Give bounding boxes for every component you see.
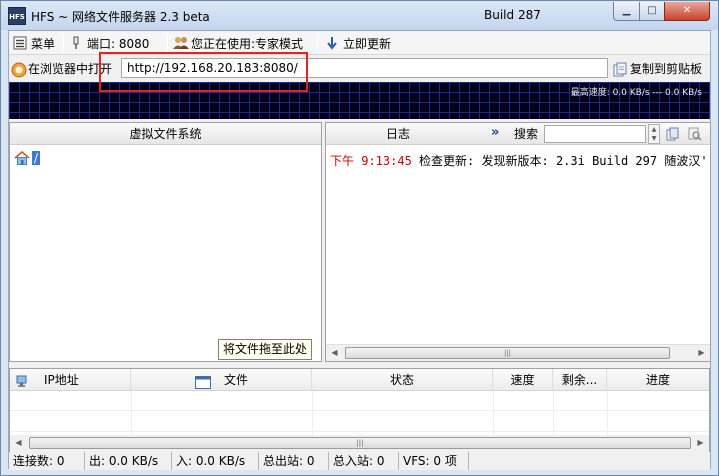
open-in-browser-label: 在浏览器中打开 [28, 62, 113, 76]
close-button[interactable]: ✕ [664, 2, 710, 21]
table-row [10, 391, 709, 411]
open-in-browser-button[interactable]: 在浏览器中打开 [11, 59, 112, 78]
mode-label: 您正在使用:专家模式 [191, 36, 304, 51]
connections-horizontal-scrollbar[interactable]: ◀ ||| ▶ [10, 435, 709, 452]
status-out-speed: 出: 0.0 KB/s [85, 452, 172, 470]
search-label: 搜索 [514, 127, 539, 141]
menu-button[interactable]: 菜单 [13, 34, 55, 52]
url-row: 在浏览器中打开 http://192.168.20.183:8080/ 复制到剪… [9, 56, 710, 81]
search-spinner[interactable]: ▲ ▼ [648, 124, 660, 144]
status-total-out: 总出站: 0 [259, 452, 329, 470]
column-divider [493, 391, 494, 437]
expand-icon[interactable]: » [491, 125, 499, 140]
connections-scroll-thumb[interactable]: ||| [29, 437, 691, 449]
status-connections: 连接数: 0 [9, 452, 85, 470]
download-arrow-icon [325, 36, 339, 50]
column-progress[interactable]: 进度 [607, 369, 709, 391]
update-label: 立即更新 [343, 36, 392, 51]
app-window: HFS HFS ~ 网络文件服务器 2.3 beta Build 287 ▁ □… [0, 0, 719, 476]
client-area: 菜单 端口: 8080 您正在使用:专家模式 立即更新 在浏览器中打开 http… [8, 30, 711, 470]
clipboard-icon [613, 62, 627, 76]
table-row [10, 412, 709, 432]
scroll-right-icon[interactable]: ▶ [693, 345, 710, 361]
port-label: 端口: 8080 [87, 36, 150, 51]
toolbar-divider [63, 34, 64, 52]
toolbar-divider [167, 34, 168, 52]
vfs-root-node[interactable]: / [14, 150, 41, 165]
users-icon [173, 36, 189, 50]
max-speed-label: 最高速度: 0.0 KB/s --- 0.0 KB/s [570, 88, 702, 98]
hfs-app-icon: HFS [8, 7, 26, 25]
copy-to-clipboard-label: 复制到剪贴板 [630, 62, 703, 76]
network-icon [16, 373, 30, 387]
column-file[interactable]: 文件 [131, 369, 312, 391]
maximize-button[interactable]: □ [639, 2, 665, 21]
vfs-panel: 虚拟文件系统 / 将文件拖至此处 [9, 122, 322, 362]
column-divider [553, 391, 554, 437]
log-header: 日志 [386, 127, 411, 141]
status-bar: 连接数: 0 出: 0.0 KB/s 入: 0.0 KB/s 总出站: 0 总入… [9, 452, 710, 470]
vfs-root-label: / [32, 151, 41, 165]
copy-log-icon[interactable] [666, 127, 680, 141]
window-title: HFS ~ 网络文件服务器 2.3 beta [31, 10, 210, 24]
column-remaining[interactable]: 剩余... [553, 369, 607, 391]
status-in-speed: 入: 0.0 KB/s [172, 452, 259, 470]
browser-icon [11, 62, 27, 77]
minimize-button[interactable]: ▁ [613, 2, 640, 21]
column-ip[interactable]: IP地址 [10, 369, 131, 391]
update-now-button[interactable]: 立即更新 [325, 34, 391, 52]
log-horizontal-scrollbar[interactable]: ◀ ||| ▶ [326, 344, 710, 361]
main-toolbar: 菜单 端口: 8080 您正在使用:专家模式 立即更新 [9, 31, 710, 55]
mode-button[interactable]: 您正在使用:专家模式 [173, 34, 303, 52]
build-label: Build 287 [484, 8, 541, 22]
log-entry-text: 检查更新: 发现新版本: 2.3i Build 297 随波汉' [419, 154, 708, 168]
column-file-label: 文件 [224, 373, 249, 387]
file-column-icon [195, 374, 211, 389]
log-header-bar: 日志 » 搜索 ▲ ▼ [326, 123, 710, 145]
log-scroll-thumb[interactable]: ||| [345, 347, 670, 359]
menu-label: 菜单 [31, 36, 56, 51]
port-button[interactable]: 端口: 8080 [69, 34, 149, 52]
url-field[interactable]: http://192.168.20.183:8080/ [121, 58, 608, 78]
log-entry: 下午 9:13:45 检查更新: 发现新版本: 2.3i Build 297 随… [330, 152, 708, 169]
scroll-right-icon[interactable]: ▶ [692, 435, 709, 451]
connections-list: IP地址 文件 状态 速度 剩余... 进度 ◀ ||| ▶ [9, 368, 710, 453]
connections-header: IP地址 文件 状态 速度 剩余... 进度 [10, 369, 709, 391]
title-bar[interactable]: HFS HFS ~ 网络文件服务器 2.3 beta Build 287 ▁ □… [1, 1, 718, 30]
copy-to-clipboard-button[interactable]: 复制到剪贴板 [613, 59, 702, 78]
column-divider [131, 391, 132, 437]
column-divider [312, 391, 313, 437]
home-icon [14, 150, 30, 165]
log-panel: 日志 » 搜索 ▲ ▼ 下午 9:13:45 检查更新: 发现新版本: 2.3i … [325, 122, 711, 362]
scroll-left-icon[interactable]: ◀ [10, 435, 27, 451]
menu-icon [13, 36, 27, 50]
find-log-icon[interactable] [688, 127, 702, 141]
vfs-header: 虚拟文件系统 [10, 123, 321, 145]
drag-files-hint: 将文件拖至此处 [218, 339, 313, 360]
log-entry-time: 下午 9:13:45 [330, 154, 412, 168]
log-search-input[interactable] [544, 125, 646, 143]
toolbar-divider [317, 34, 318, 52]
status-total-in: 总入站: 0 [329, 452, 399, 470]
column-status[interactable]: 状态 [312, 369, 493, 391]
column-ip-label: IP地址 [44, 373, 79, 387]
column-speed[interactable]: 速度 [493, 369, 553, 391]
column-divider [607, 391, 608, 437]
scroll-left-icon[interactable]: ◀ [326, 345, 343, 361]
speed-graph: 最高速度: 0.0 KB/s --- 0.0 KB/s [9, 82, 710, 119]
port-plug-icon [69, 36, 83, 50]
status-vfs: VFS: 0 项 [399, 452, 469, 470]
